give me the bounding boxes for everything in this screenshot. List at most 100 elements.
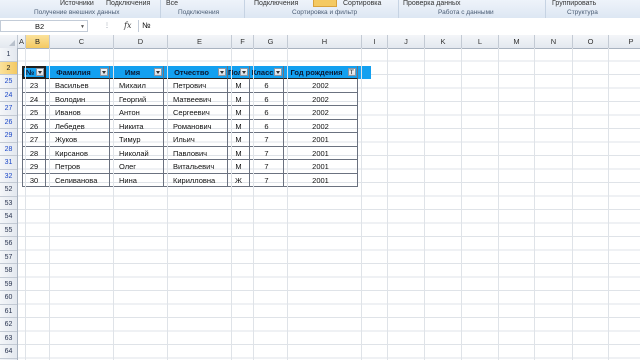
column-header-i[interactable]: I — [362, 35, 388, 48]
filter-dropdown-icon[interactable] — [36, 67, 44, 76]
table-cell[interactable]: Володин — [46, 92, 110, 106]
table-cell[interactable]: Кирилловна — [164, 173, 228, 187]
column-header-l[interactable]: L — [462, 35, 499, 48]
table-cell[interactable]: 6 — [250, 106, 284, 120]
header-cell-name[interactable]: Имя — [110, 65, 164, 79]
row-header-56[interactable]: 56 — [0, 237, 17, 251]
filter-dropdown-icon[interactable] — [100, 67, 108, 76]
table-cell[interactable]: 2001 — [284, 173, 358, 187]
header-cell-birth-year[interactable]: Год рождения — [284, 65, 358, 79]
column-header-n[interactable]: N — [535, 35, 573, 48]
insert-function-icon[interactable]: fx — [124, 21, 131, 30]
row-header-61[interactable]: 61 — [0, 305, 17, 318]
row-header-25[interactable]: 25 — [0, 75, 17, 89]
ribbon-button-sort[interactable]: Сортировка — [343, 0, 381, 7]
ribbon-button-sources[interactable]: Источники — [60, 0, 94, 7]
row-header-55[interactable]: 55 — [0, 224, 17, 237]
row-header-60[interactable]: 60 — [0, 291, 17, 305]
table-cell[interactable]: 2001 — [284, 146, 358, 160]
table-cell[interactable]: Матвеевич — [164, 92, 228, 106]
column-header-h[interactable]: H — [288, 35, 362, 48]
ribbon-button-all[interactable]: Все — [166, 0, 178, 7]
formula-input[interactable]: № — [138, 20, 636, 32]
column-header-j[interactable]: J — [388, 35, 425, 48]
table-cell[interactable]: Петров — [46, 160, 110, 174]
ribbon-button-connections-2[interactable]: Подключения — [254, 0, 298, 7]
row-header-63[interactable]: 63 — [0, 332, 17, 345]
table-cell[interactable]: Витальевич — [164, 160, 228, 174]
table-cell[interactable]: 7 — [250, 146, 284, 160]
filter-dropdown-icon[interactable] — [154, 67, 162, 76]
table-cell[interactable]: Ильич — [164, 133, 228, 147]
filter-active-icon[interactable] — [348, 67, 356, 78]
table-cell[interactable]: 2001 — [284, 160, 358, 174]
table-cell[interactable]: Петрович — [164, 79, 228, 93]
column-header-k[interactable]: K — [425, 35, 462, 48]
table-cell[interactable]: Кирсанов — [46, 146, 110, 160]
table-cell[interactable]: 2002 — [284, 106, 358, 120]
table-cell[interactable]: Олег — [110, 160, 164, 174]
row-header-31[interactable]: 31 — [0, 156, 17, 170]
header-cell-surname[interactable]: Фамилия — [46, 65, 110, 79]
row-header-28[interactable]: 28 — [0, 143, 17, 156]
sort-filter-button[interactable] — [313, 0, 337, 7]
header-cell-class[interactable]: Класс — [250, 65, 284, 79]
row-header-52[interactable]: 52 — [0, 183, 17, 197]
row-header-26[interactable]: 26 — [0, 116, 17, 129]
table-cell[interactable]: 2002 — [284, 92, 358, 106]
table-cell[interactable]: Сергеевич — [164, 106, 228, 120]
table-cell[interactable]: Селиванова — [46, 173, 110, 187]
table-cell[interactable]: Антон — [110, 106, 164, 120]
table-cell[interactable]: Васильев — [46, 79, 110, 93]
table-cell[interactable]: Николай — [110, 146, 164, 160]
table-cell[interactable]: Тимур — [110, 133, 164, 147]
column-header-b[interactable]: B — [26, 35, 50, 48]
table-cell[interactable]: Лебедев — [46, 119, 110, 133]
table-cell[interactable]: 7 — [250, 133, 284, 147]
table-cell[interactable]: Михаил — [110, 79, 164, 93]
table-cell[interactable]: Павлович — [164, 146, 228, 160]
header-cell-patronymic[interactable]: Отчество — [164, 65, 228, 79]
table-cell[interactable]: Никита — [110, 119, 164, 133]
table-cell[interactable]: Иванов — [46, 106, 110, 120]
filter-dropdown-icon[interactable] — [218, 67, 226, 76]
column-header-f[interactable]: F — [232, 35, 254, 48]
row-header-32[interactable]: 32 — [0, 170, 17, 183]
row-header-54[interactable]: 54 — [0, 210, 17, 224]
chevron-down-icon[interactable]: ▼ — [80, 24, 85, 30]
table-cell[interactable]: Жуков — [46, 133, 110, 147]
column-header-a[interactable]: A — [18, 35, 26, 48]
name-box[interactable]: B2 — [0, 20, 88, 32]
row-header-2[interactable]: 2 — [0, 61, 17, 75]
column-header-e[interactable]: E — [168, 35, 232, 48]
column-header-m[interactable]: M — [499, 35, 535, 48]
column-header-c[interactable]: C — [50, 35, 114, 48]
row-header-1[interactable]: 1 — [0, 48, 17, 62]
row-header-53[interactable]: 53 — [0, 197, 17, 210]
ribbon-button-group[interactable]: Группировать — [552, 0, 596, 7]
table-cell[interactable]: Нина — [110, 173, 164, 187]
row-header-62[interactable]: 62 — [0, 318, 17, 332]
table-cell[interactable]: 2001 — [284, 133, 358, 147]
row-header-58[interactable]: 58 — [0, 264, 17, 278]
table-cell[interactable]: 2002 — [284, 79, 358, 93]
row-header-57[interactable]: 57 — [0, 251, 17, 264]
row-header-27[interactable]: 27 — [0, 102, 17, 116]
column-header-o[interactable]: O — [573, 35, 609, 48]
row-header-24[interactable]: 24 — [0, 89, 17, 102]
column-header-p[interactable]: P — [609, 35, 640, 48]
filter-dropdown-icon[interactable] — [274, 67, 282, 76]
ribbon-button-connections[interactable]: Подключения — [106, 0, 150, 7]
table-cell[interactable]: 2002 — [284, 119, 358, 133]
row-header-29[interactable]: 29 — [0, 129, 17, 143]
row-header-64[interactable]: 64 — [0, 345, 17, 359]
table-cell[interactable]: 6 — [250, 92, 284, 106]
table-cell[interactable]: 6 — [250, 79, 284, 93]
row-header-59[interactable]: 59 — [0, 278, 17, 291]
resize-handle-icon[interactable]: ⋮ — [104, 22, 110, 29]
table-cell[interactable]: 6 — [250, 119, 284, 133]
column-header-g[interactable]: G — [254, 35, 288, 48]
table-cell[interactable]: Георгий — [110, 92, 164, 106]
table-cell[interactable]: Романович — [164, 119, 228, 133]
column-header-d[interactable]: D — [114, 35, 168, 48]
